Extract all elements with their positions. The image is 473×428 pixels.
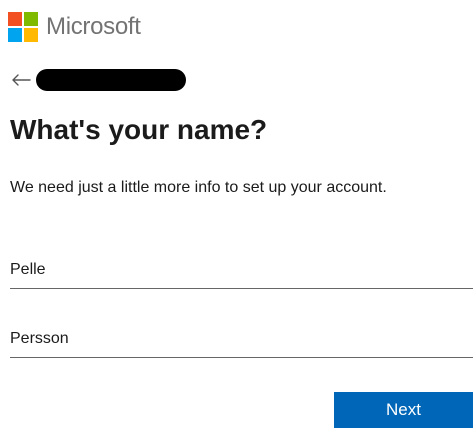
- microsoft-logo-icon: [8, 12, 38, 42]
- next-button[interactable]: Next: [334, 392, 473, 428]
- page-title: What's your name?: [10, 114, 268, 145]
- logo-square-yellow: [24, 28, 38, 42]
- page-description: We need just a little more info to set u…: [10, 179, 387, 196]
- brand-header: Microsoft: [8, 12, 141, 42]
- first-name-field[interactable]: [10, 255, 473, 289]
- logo-square-red: [8, 12, 22, 26]
- redacted-account-email: [36, 69, 186, 91]
- brand-name: Microsoft: [46, 13, 141, 40]
- logo-square-green: [24, 12, 38, 26]
- identity-banner: [10, 68, 186, 92]
- arrow-left-icon[interactable]: [10, 72, 32, 88]
- logo-square-blue: [8, 28, 22, 42]
- last-name-field[interactable]: [10, 324, 473, 358]
